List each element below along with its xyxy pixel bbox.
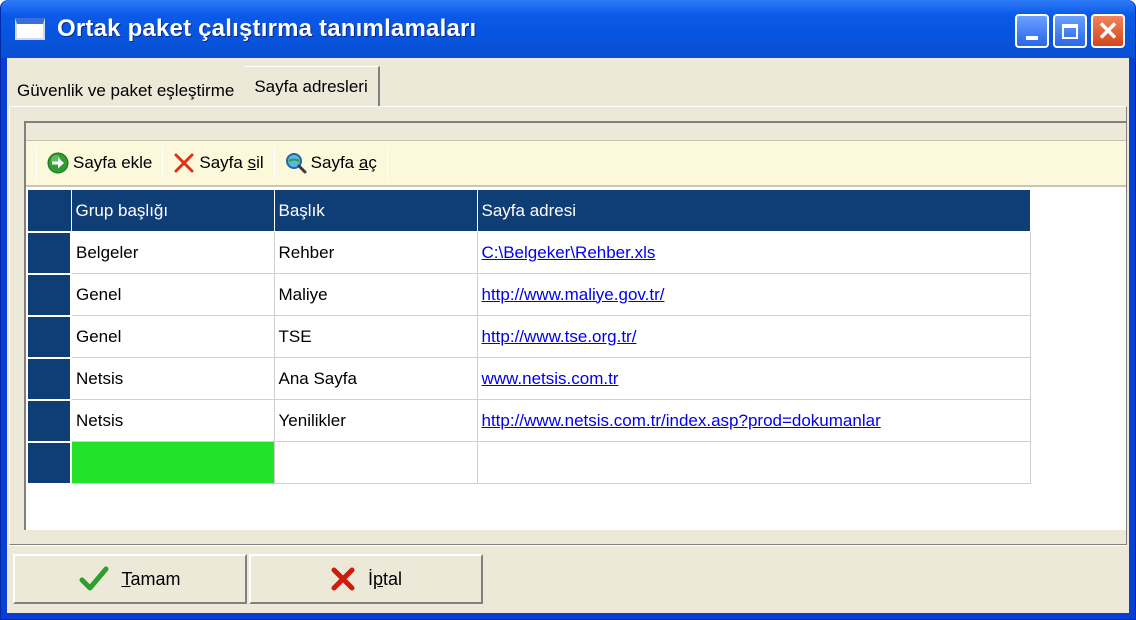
- title-cell[interactable]: Yenilikler: [273, 399, 478, 442]
- dialog-button-bar: Tamam İptal: [7, 545, 1129, 613]
- toolbar-separator: [273, 147, 275, 179]
- panel-header-strip: [26, 123, 1126, 141]
- minimize-button[interactable]: [1015, 14, 1049, 48]
- new-title-cell[interactable]: [273, 441, 478, 484]
- table-row[interactable]: Belgeler Rehber C:\Belgeker\Rehber.xls: [26, 230, 1031, 275]
- page-address-grid: Grup başlığı Başlık Sayfa adresi Belgele…: [26, 189, 1031, 485]
- ok-label: Tamam: [121, 568, 181, 589]
- row-indicator[interactable]: [26, 356, 72, 401]
- toolbar: Sayfa ekle Sayfa sil Sayfa aç: [26, 141, 1126, 187]
- green-check-icon: [79, 566, 109, 591]
- minimize-icon: [1026, 36, 1038, 40]
- url-link[interactable]: www.netsis.com.tr: [482, 369, 619, 388]
- window-title: Ortak paket çalıştırma tanımlamaları: [57, 15, 477, 42]
- new-entry-row[interactable]: [26, 440, 1031, 485]
- tab-panel: Sayfa ekle Sayfa sil Sayfa aç Grup başlı…: [9, 106, 1127, 545]
- window: Ortak paket çalıştırma tanımlamaları ✕ G…: [0, 0, 1136, 620]
- table-row[interactable]: Genel Maliye http://www.maliye.gov.tr/: [26, 272, 1031, 317]
- grid-header-row: Grup başlığı Başlık Sayfa adresi: [26, 189, 1031, 232]
- table-row[interactable]: Genel TSE http://www.tse.org.tr/: [26, 314, 1031, 359]
- url-link[interactable]: http://www.tse.org.tr/: [482, 327, 637, 346]
- title-cell[interactable]: Maliye: [273, 273, 478, 316]
- close-button[interactable]: ✕: [1091, 14, 1125, 48]
- group-cell[interactable]: Genel: [70, 315, 275, 358]
- toolbar-separator: [36, 147, 37, 179]
- title-bar[interactable]: Ortak paket çalıştırma tanımlamaları ✕: [1, 0, 1135, 58]
- column-header-title[interactable]: Başlık: [273, 189, 478, 232]
- delete-page-button[interactable]: Sayfa sil: [173, 152, 264, 174]
- url-cell[interactable]: http://www.maliye.gov.tr/: [476, 273, 1031, 316]
- ok-button[interactable]: Tamam: [13, 554, 247, 604]
- row-indicator[interactable]: [26, 398, 72, 443]
- title-cell[interactable]: Rehber: [273, 231, 478, 274]
- row-indicator-header: [26, 189, 72, 232]
- delete-page-label: Sayfa sil: [199, 153, 264, 172]
- url-cell[interactable]: http://www.netsis.com.tr/index.asp?prod=…: [476, 399, 1031, 442]
- magnifier-globe-icon: [285, 153, 307, 174]
- tab-strip: Güvenlik ve paket eşleştirme Sayfa adres…: [7, 66, 380, 106]
- tab-page-addresses[interactable]: Sayfa adresleri: [244, 66, 380, 106]
- tab-security-package-mapping[interactable]: Güvenlik ve paket eşleştirme: [7, 72, 244, 110]
- column-header-group[interactable]: Grup başlığı: [70, 189, 275, 232]
- client-area: Güvenlik ve paket eşleştirme Sayfa adres…: [7, 58, 1129, 613]
- row-indicator[interactable]: [26, 314, 72, 359]
- table-row[interactable]: Netsis Yenilikler http://www.netsis.com.…: [26, 398, 1031, 443]
- url-link[interactable]: C:\Belgeker\Rehber.xls: [482, 243, 656, 262]
- row-indicator[interactable]: [26, 272, 72, 317]
- url-link[interactable]: http://www.maliye.gov.tr/: [482, 285, 665, 304]
- column-header-url[interactable]: Sayfa adresi: [476, 189, 1031, 232]
- new-group-cell-focused[interactable]: [70, 441, 275, 484]
- green-arrow-icon: [47, 152, 69, 174]
- page-list-panel: Sayfa ekle Sayfa sil Sayfa aç Grup başlı…: [24, 121, 1126, 530]
- group-cell[interactable]: Belgeler: [70, 231, 275, 274]
- url-cell[interactable]: http://www.tse.org.tr/: [476, 315, 1031, 358]
- maximize-button[interactable]: [1053, 14, 1087, 48]
- toolbar-separator: [162, 147, 164, 179]
- open-page-label: Sayfa aç: [310, 153, 377, 172]
- cancel-button[interactable]: İptal: [249, 554, 483, 604]
- red-x-icon: [331, 567, 355, 591]
- window-icon: [15, 18, 45, 40]
- add-page-label: Sayfa ekle: [73, 153, 153, 172]
- url-cell[interactable]: C:\Belgeker\Rehber.xls: [476, 231, 1031, 274]
- title-cell[interactable]: TSE: [273, 315, 478, 358]
- row-indicator[interactable]: [26, 440, 72, 485]
- url-cell[interactable]: www.netsis.com.tr: [476, 357, 1031, 400]
- title-bar-controls: ✕: [1015, 14, 1125, 48]
- table-row[interactable]: Netsis Ana Sayfa www.netsis.com.tr: [26, 356, 1031, 401]
- row-indicator[interactable]: [26, 230, 72, 275]
- toolbar-separator: [386, 147, 388, 179]
- cancel-label: İptal: [367, 568, 403, 589]
- add-page-button[interactable]: Sayfa ekle: [47, 152, 152, 174]
- new-url-cell[interactable]: [476, 441, 1031, 484]
- close-icon: ✕: [1097, 16, 1119, 46]
- url-link[interactable]: http://www.netsis.com.tr/index.asp?prod=…: [482, 411, 881, 430]
- group-cell[interactable]: Netsis: [70, 399, 275, 442]
- group-cell[interactable]: Netsis: [70, 357, 275, 400]
- maximize-icon: [1062, 23, 1078, 39]
- group-cell[interactable]: Genel: [70, 273, 275, 316]
- open-page-button[interactable]: Sayfa aç: [285, 152, 377, 174]
- title-cell[interactable]: Ana Sayfa: [273, 357, 478, 400]
- red-x-icon: [174, 153, 194, 173]
